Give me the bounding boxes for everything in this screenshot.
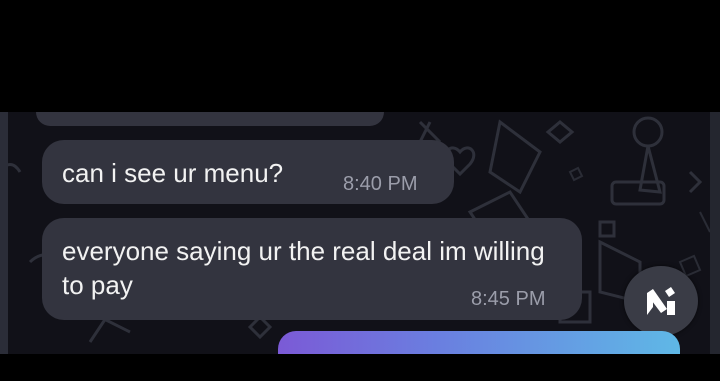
message-text: can i see ur menu? — [62, 158, 284, 188]
top-black-bar — [0, 0, 720, 118]
message-bubble[interactable]: can i see ur menu? 8:40 PM — [42, 140, 454, 204]
bottom-black-bar — [0, 354, 720, 381]
app-logo-icon — [647, 287, 675, 315]
right-edge-strip — [710, 112, 720, 356]
message-bubble[interactable]: everyone saying ur the real deal im will… — [42, 218, 582, 320]
message-timestamp: 8:40 PM — [343, 173, 418, 195]
message-timestamp: 8:45 PM — [471, 288, 546, 310]
floating-action-button[interactable] — [624, 266, 698, 336]
left-edge-strip — [0, 112, 8, 356]
previous-message-bubble — [36, 112, 384, 126]
